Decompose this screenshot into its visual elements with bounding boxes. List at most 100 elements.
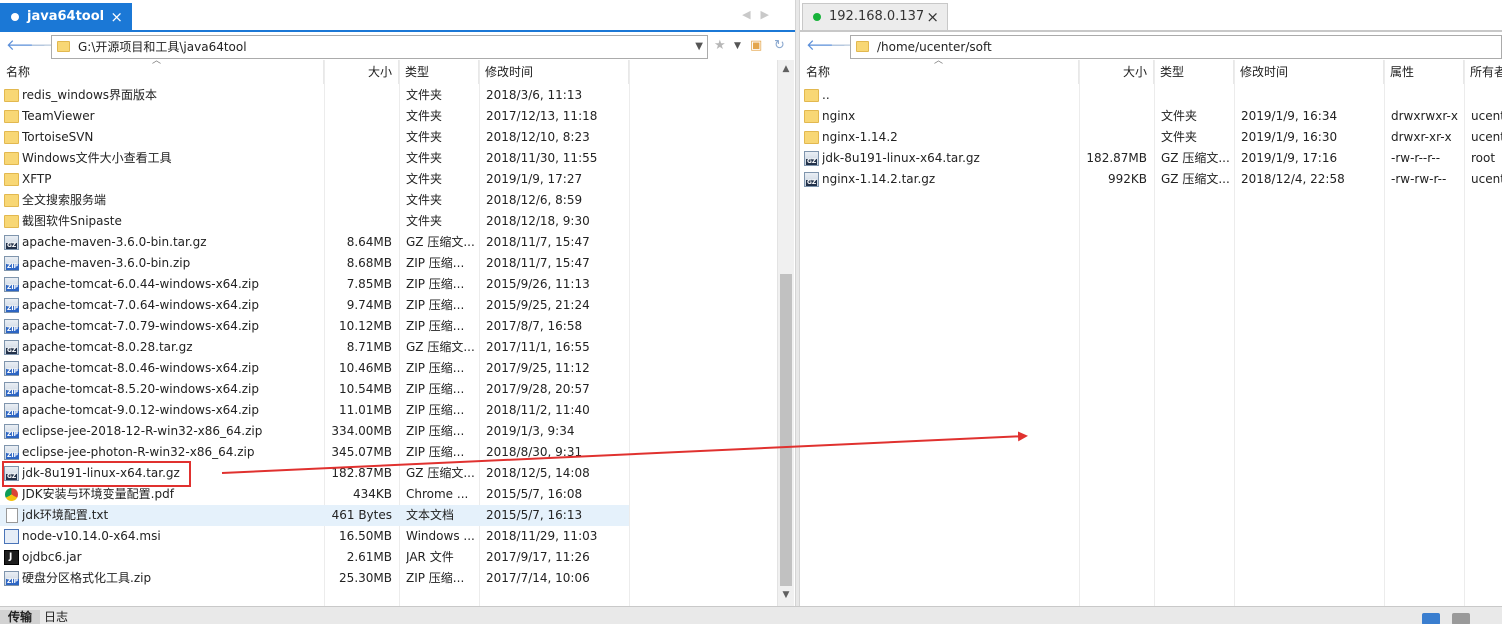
file-row[interactable]: TortoiseSVN 文件夹 2018/12/10, 8:23 <box>0 127 629 148</box>
file-row[interactable]: XFTP 文件夹 2019/1/9, 17:27 <box>0 169 629 190</box>
file-row[interactable]: nginx 文件夹 2019/1/9, 16:34 drwxrwxr-x ucenter <box>800 106 1502 127</box>
file-name: eclipse-jee-2018-12-R-win32-x86_64.zip <box>22 424 263 438</box>
tab-transfers[interactable]: 传输 <box>0 610 41 624</box>
file-row[interactable]: 截图软件Snipaste 文件夹 2018/12/18, 9:30 <box>0 211 629 232</box>
file-name: apache-maven-3.6.0-bin.zip <box>22 256 191 270</box>
chevron-down-icon[interactable]: ▼ <box>695 36 703 58</box>
col-owner[interactable]: 所有者 <box>1464 60 1502 84</box>
file-row[interactable]: ZIP apache-tomcat-6.0.44-windows-x64.zip 7… <box>0 274 629 295</box>
close-icon[interactable]: × <box>110 4 123 30</box>
scroll-down-icon[interactable]: ▼ <box>778 590 794 600</box>
file-size: 8.71MB <box>346 340 392 354</box>
file-row[interactable]: GZ jdk-8u191-linux-x64.tar.gz 182.87MB GZ 压… <box>800 148 1502 169</box>
refresh-icon[interactable]: ↻ <box>774 38 785 53</box>
file-mtime: 2018/11/2, 11:40 <box>486 403 590 417</box>
file-row[interactable]: ZIP apache-tomcat-9.0.12-windows-x64.zip 1… <box>0 400 629 421</box>
file-size: 334.00MB <box>331 424 392 438</box>
local-column-header: 名称 ︿ 大小 类型 修改时间 <box>0 56 795 84</box>
new-folder-icon[interactable]: ▣ <box>750 38 762 53</box>
chevron-down-icon[interactable]: ▼ <box>734 41 741 51</box>
pdf-file-icon <box>5 488 18 501</box>
file-row[interactable]: ZIP eclipse-jee-photon-R-win32-x86_64.zip… <box>0 442 629 463</box>
folder-icon <box>4 173 19 186</box>
file-row[interactable]: GZ apache-maven-3.6.0-bin.tar.gz 8.64MB GZ … <box>0 232 629 253</box>
zip-archive-icon: ZIP <box>4 298 19 313</box>
local-path-input[interactable]: G:\开源项目和工具\java64tool ▼ <box>51 35 708 59</box>
file-row[interactable]: TeamViewer 文件夹 2017/12/13, 11:18 <box>0 106 629 127</box>
file-mtime: 2018/11/7, 15:47 <box>486 256 590 270</box>
col-type[interactable]: 类型 <box>399 60 479 84</box>
tab-log[interactable]: 日志 <box>36 610 76 624</box>
file-row[interactable]: ZIP eclipse-jee-2018-12-R-win32-x86_64.zi… <box>0 421 629 442</box>
file-row[interactable]: ZIP apache-tomcat-7.0.79-windows-x64.zip 1… <box>0 316 629 337</box>
transfer-status-icon[interactable] <box>1422 613 1440 624</box>
tab-remote[interactable]: 192.168.0.137 × <box>802 3 948 30</box>
file-mtime: 2019/1/9, 16:30 <box>1241 130 1338 144</box>
folder-icon <box>804 131 819 144</box>
scroll-thumb[interactable] <box>780 274 792 586</box>
folder-icon <box>4 110 19 123</box>
col-mtime[interactable]: 修改时间 <box>479 60 629 84</box>
file-row[interactable]: nginx-1.14.2 文件夹 2019/1/9, 16:30 drwxr-xr-x… <box>800 127 1502 148</box>
icon-badge: ZIP <box>6 431 19 438</box>
file-row[interactable]: ZIP apache-maven-3.6.0-bin.zip 8.68MB ZIP 压… <box>0 253 629 274</box>
col-size[interactable]: 大小 <box>1079 60 1154 84</box>
gz-archive-icon: GZ <box>4 235 19 250</box>
col-attr[interactable]: 属性 <box>1384 60 1464 84</box>
options-icon[interactable] <box>1452 613 1470 624</box>
icon-badge: ZIP <box>6 305 19 312</box>
file-size: 434KB <box>352 487 392 501</box>
tab-local[interactable]: java64tool × <box>0 3 132 30</box>
file-row[interactable]: GZ nginx-1.14.2.tar.gz 992KB GZ 压缩文... 2018/… <box>800 169 1502 190</box>
file-size: 8.64MB <box>346 235 392 249</box>
zip-archive-icon: ZIP <box>4 571 19 586</box>
file-size: 2.61MB <box>346 550 392 564</box>
file-mtime: 2018/3/6, 11:13 <box>486 88 583 102</box>
file-row[interactable]: ZIP apache-tomcat-8.5.20-windows-x64.zip 1… <box>0 379 629 400</box>
file-type: ZIP 压缩... <box>406 445 465 459</box>
annotation-highlight-box <box>2 461 191 487</box>
file-row[interactable]: node-v10.14.0-x64.msi 16.50MB Windows ... 2… <box>0 526 629 547</box>
file-row[interactable]: jdk环境配置.txt 461 Bytes 文本文档 2015/5/7, 16:13 <box>0 505 629 526</box>
file-row[interactable]: Windows文件大小查看工具 文件夹 2018/11/30, 11:55 <box>0 148 629 169</box>
icon-badge: ZIP <box>6 263 19 270</box>
file-name: apache-tomcat-8.0.46-windows-x64.zip <box>22 361 260 375</box>
file-type: 文件夹 <box>406 88 443 102</box>
tab-scroll-arrows[interactable]: ◀▶ <box>742 8 779 21</box>
file-row[interactable]: 全文搜索服务端 文件夹 2018/12/6, 8:59 <box>0 190 629 211</box>
file-row[interactable]: ZIP 硬盘分区格式化工具.zip 25.30MB ZIP 压缩... 2017/7/1… <box>0 568 629 589</box>
file-mtime: 2018/12/10, 8:23 <box>486 130 590 144</box>
file-row[interactable]: JDK安装与环境变量配置.pdf 434KB Chrome ... 2015/5/7,… <box>0 484 629 505</box>
file-name: 硬盘分区格式化工具.zip <box>22 571 152 585</box>
file-mtime: 2019/1/3, 9:34 <box>486 424 575 438</box>
close-icon[interactable]: × <box>926 4 939 30</box>
file-row[interactable]: ZIP apache-tomcat-7.0.64-windows-x64.zip 9… <box>0 295 629 316</box>
col-name[interactable]: 名称 <box>0 60 324 84</box>
file-mtime: 2018/12/4, 22:58 <box>1241 172 1345 186</box>
file-size <box>324 169 392 190</box>
file-name: apache-tomcat-7.0.64-windows-x64.zip <box>22 298 260 312</box>
remote-path-input[interactable]: /home/ucenter/soft <box>850 35 1502 59</box>
col-type[interactable]: 类型 <box>1154 60 1234 84</box>
file-row[interactable]: redis_windows界面版本 文件夹 2018/3/6, 11:13 <box>0 85 629 106</box>
col-size[interactable]: 大小 <box>324 60 399 84</box>
file-type: GZ 压缩文... <box>406 466 474 480</box>
folder-icon <box>4 152 19 165</box>
file-name: apache-tomcat-9.0.12-windows-x64.zip <box>22 403 260 417</box>
file-size: 7.85MB <box>346 277 392 291</box>
file-row[interactable]: Jojdbc6.jar 2.61MB JAR 文件 2017/9/17, 11:26 <box>0 547 629 568</box>
file-type: 文件夹 <box>406 172 443 186</box>
local-scrollbar[interactable]: ▲ ▼ <box>777 60 794 606</box>
col-mtime[interactable]: 修改时间 <box>1234 60 1384 84</box>
file-row[interactable]: ZIP apache-tomcat-8.0.46-windows-x64.zip 1… <box>0 358 629 379</box>
file-size: 992KB <box>1107 172 1147 186</box>
zip-archive-icon: ZIP <box>4 319 19 334</box>
scroll-up-icon[interactable]: ▲ <box>778 64 794 74</box>
star-icon[interactable]: ★ <box>714 38 726 53</box>
file-row[interactable]: GZ apache-tomcat-8.0.28.tar.gz 8.71MB GZ 压缩… <box>0 337 629 358</box>
file-name: apache-maven-3.6.0-bin.tar.gz <box>22 235 207 249</box>
file-name: JDK安装与环境变量配置.pdf <box>22 487 174 501</box>
folder-icon <box>856 41 869 52</box>
file-row[interactable]: .. <box>800 85 1502 106</box>
local-pathbar: 🡐 🡒 G:\开源项目和工具\java64tool ▼ ★ ▼ ▣ ↻ <box>0 30 795 60</box>
